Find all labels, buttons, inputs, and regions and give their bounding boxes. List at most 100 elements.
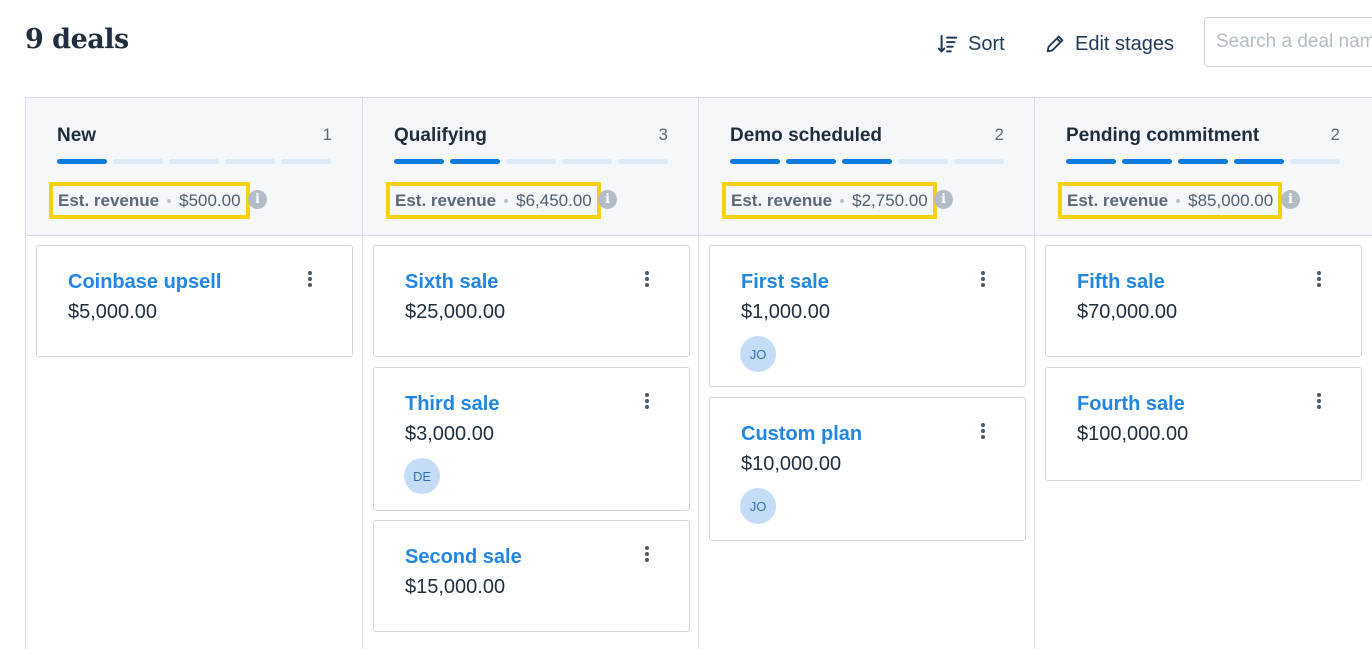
info-icon[interactable]: i [598, 190, 617, 209]
edit-stages-button[interactable]: Edit stages [1044, 31, 1174, 57]
more-options-icon[interactable] [643, 269, 651, 289]
deal-title[interactable]: Custom plan [741, 423, 862, 446]
progress-segment [618, 159, 668, 164]
info-icon[interactable]: i [934, 190, 953, 209]
stage-name: New [57, 125, 97, 146]
sort-icon [937, 34, 958, 53]
progress-segment [954, 159, 1004, 164]
avatar[interactable]: DE [404, 458, 440, 494]
progress-segment [225, 159, 275, 164]
deal-card[interactable]: First sale $1,000.00 JO [709, 245, 1026, 387]
pipeline-board: New 1 Est. revenue $500.00 i Coinbase up… [25, 97, 1372, 649]
stage-header: Demo scheduled 2 Est. revenue $2,750.00 … [699, 98, 1034, 236]
stage-name: Demo scheduled [730, 125, 883, 146]
progress-segment [1066, 159, 1116, 164]
deal-amount: $15,000.00 [405, 576, 506, 598]
est-revenue-label: Est. revenue [731, 190, 833, 210]
progress-segment [898, 159, 948, 164]
pencil-icon [1046, 35, 1064, 53]
progress-segment [506, 159, 556, 164]
stage-column-demo-scheduled: Demo scheduled 2 Est. revenue $2,750.00 … [699, 98, 1035, 649]
deal-title[interactable]: Third sale [405, 393, 499, 416]
est-revenue-value: $2,750.00 [852, 190, 928, 210]
separator-dot [1176, 198, 1181, 203]
stage-name: Qualifying [394, 125, 487, 146]
avatar[interactable]: JO [740, 336, 776, 372]
est-revenue-value: $500.00 [179, 190, 241, 210]
est-revenue: Est. revenue $85,000.00 [1058, 182, 1283, 219]
more-options-icon[interactable] [1315, 391, 1323, 411]
separator-dot [840, 198, 845, 203]
stage-progress [1066, 159, 1340, 164]
stage-column-new: New 1 Est. revenue $500.00 i Coinbase up… [26, 98, 363, 649]
deal-title[interactable]: Second sale [405, 546, 522, 569]
info-icon[interactable]: i [1281, 190, 1300, 209]
deal-title[interactable]: Sixth sale [405, 271, 498, 294]
avatar[interactable]: JO [740, 488, 776, 524]
progress-segment [394, 159, 444, 164]
deal-title[interactable]: Fifth sale [1077, 271, 1165, 294]
est-revenue: Est. revenue $500.00 [49, 182, 250, 219]
stage-header: Pending commitment 2 Est. revenue $85,00… [1035, 98, 1372, 236]
est-revenue-value: $85,000.00 [1188, 190, 1274, 210]
stage-progress [730, 159, 1004, 164]
stage-column-qualifying: Qualifying 3 Est. revenue $6,450.00 i Si… [363, 98, 699, 649]
progress-segment [842, 159, 892, 164]
deal-title[interactable]: Fourth sale [1077, 393, 1185, 416]
progress-segment [786, 159, 836, 164]
edit-stages-label: Edit stages [1075, 32, 1174, 55]
more-options-icon[interactable] [643, 391, 651, 411]
stage-deal-count: 2 [1330, 125, 1340, 144]
stage-deal-count: 3 [658, 125, 668, 144]
stage-name: Pending commitment [1066, 125, 1260, 146]
deal-amount: $1,000.00 [741, 301, 830, 323]
stage-column-pending-commitment: Pending commitment 2 Est. revenue $85,00… [1035, 98, 1372, 649]
deal-amount: $100,000.00 [1077, 423, 1189, 445]
sort-label: Sort [968, 32, 1005, 55]
stage-header: New 1 Est. revenue $500.00 i [26, 98, 362, 236]
progress-segment [281, 159, 331, 164]
est-revenue-label: Est. revenue [1067, 190, 1169, 210]
more-options-icon[interactable] [979, 421, 987, 441]
est-revenue-label: Est. revenue [395, 190, 497, 210]
stage-deal-count: 2 [994, 125, 1004, 144]
deal-card[interactable]: Custom plan $10,000.00 JO [709, 397, 1026, 541]
est-revenue: Est. revenue $2,750.00 [722, 182, 937, 219]
more-options-icon[interactable] [979, 269, 987, 289]
progress-segment [562, 159, 612, 164]
separator-dot [167, 198, 172, 203]
top-bar: 9 deals Sort Edit stages [0, 0, 1372, 90]
deal-title[interactable]: First sale [741, 271, 829, 294]
deal-card[interactable]: Sixth sale $25,000.00 [373, 245, 690, 357]
progress-segment [450, 159, 500, 164]
more-options-icon[interactable] [306, 269, 314, 289]
est-revenue-label: Est. revenue [58, 190, 160, 210]
progress-segment [57, 159, 107, 164]
deal-card[interactable]: Coinbase upsell $5,000.00 [36, 245, 353, 357]
est-revenue-value: $6,450.00 [516, 190, 592, 210]
search-input[interactable] [1204, 17, 1372, 67]
deal-card[interactable]: Fifth sale $70,000.00 [1045, 245, 1362, 357]
page-title: 9 deals [25, 24, 129, 55]
est-revenue: Est. revenue $6,450.00 [386, 182, 601, 219]
progress-segment [1178, 159, 1228, 164]
deal-card[interactable]: Third sale $3,000.00 DE [373, 367, 690, 511]
deal-title[interactable]: Coinbase upsell [68, 271, 221, 294]
progress-segment [730, 159, 780, 164]
deal-amount: $25,000.00 [405, 301, 506, 323]
progress-segment [1234, 159, 1284, 164]
sort-button[interactable]: Sort [937, 31, 1005, 57]
info-icon[interactable]: i [248, 190, 267, 209]
progress-segment [169, 159, 219, 164]
progress-segment [1122, 159, 1172, 164]
deal-card[interactable]: Second sale $15,000.00 [373, 520, 690, 632]
deal-card[interactable]: Fourth sale $100,000.00 [1045, 367, 1362, 481]
stage-deal-count: 1 [322, 125, 332, 144]
deal-amount: $70,000.00 [1077, 301, 1178, 323]
more-options-icon[interactable] [1315, 269, 1323, 289]
separator-dot [504, 198, 509, 203]
more-options-icon[interactable] [643, 544, 651, 564]
progress-segment [113, 159, 163, 164]
stage-header: Qualifying 3 Est. revenue $6,450.00 i [363, 98, 698, 236]
stage-progress [57, 159, 331, 164]
